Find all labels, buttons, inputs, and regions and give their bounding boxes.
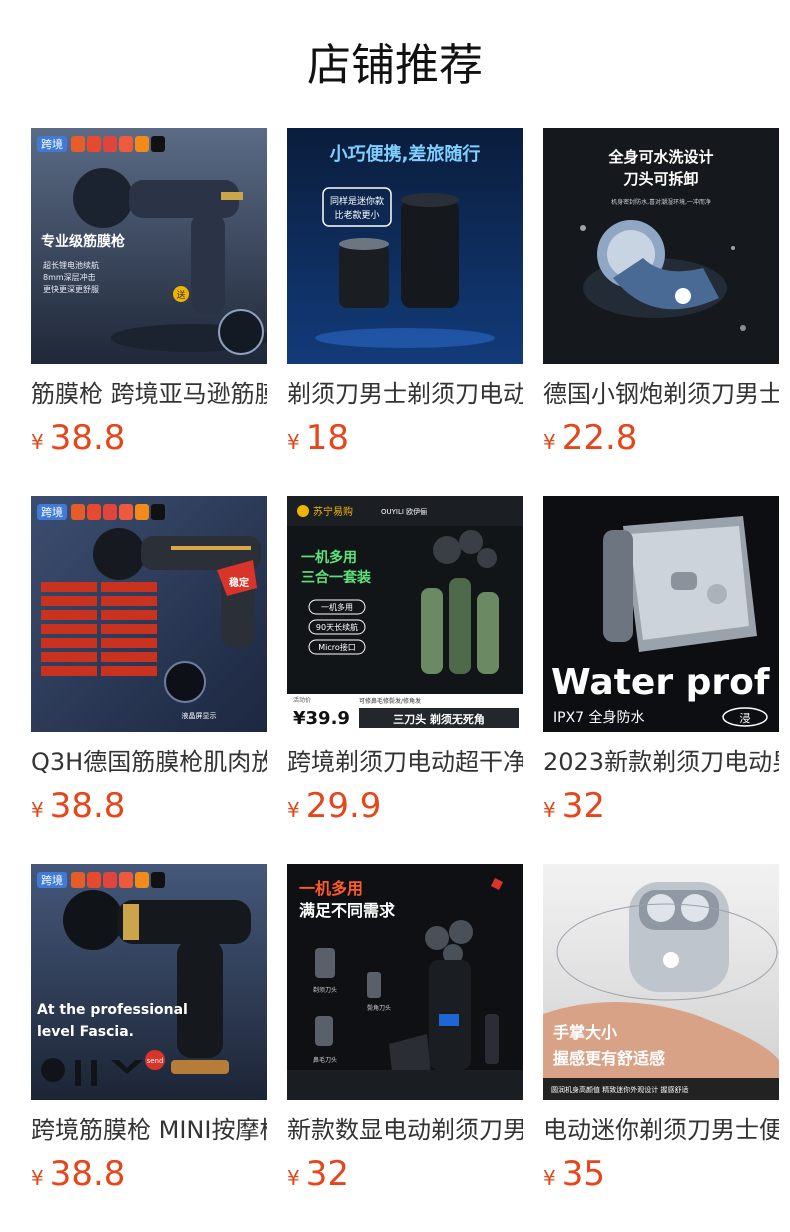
- product-name[interactable]: 跨境筋膜枪 MINI按摩枪: [31, 1112, 267, 1148]
- price-amount: 32: [305, 1154, 349, 1194]
- product-image[interactable]: 跨境 At the professional level Fascia. sen…: [31, 864, 267, 1100]
- price-amount: 18: [305, 418, 349, 458]
- product-image[interactable]: 跨境 专业级筋膜枪 超长锂电池续航 8mm深层冲击 更快更深更舒服 送: [31, 128, 267, 364]
- image-headline: 专业级筋膜枪: [41, 233, 125, 250]
- product-name[interactable]: 德国小钢炮剃须刀男士: [543, 376, 779, 412]
- accessory-label: 剃须刀头: [313, 986, 337, 994]
- image-subheadline: 满足不同需求: [299, 901, 396, 920]
- promo-label: 活动价: [293, 696, 311, 704]
- product-name[interactable]: 筋膜枪 跨境亚马逊筋膜枪: [31, 376, 267, 412]
- image-headline: 小巧便携,差旅随行: [330, 143, 481, 165]
- price-amount: 29.9: [305, 786, 382, 826]
- product-name[interactable]: 2023新款剃须刀电动男士: [543, 744, 779, 780]
- page-title: 店铺推荐: [307, 40, 483, 91]
- gift-badge: send: [147, 1057, 164, 1065]
- product-image[interactable]: Water prof IPX7 全身防水 浸: [543, 496, 779, 732]
- currency-symbol: ¥: [287, 798, 300, 822]
- price-amount: 38.8: [49, 786, 126, 826]
- image-badge: 稳定: [229, 576, 249, 589]
- waterproof-shaver-icon: Water prof IPX7 全身防水 浸: [543, 496, 779, 732]
- image-note: 机身密封防水,喜对潮湿环境,一冲而净: [611, 198, 711, 206]
- massage-gun-icon: 跨境 At the professional level Fascia. sen…: [31, 864, 267, 1100]
- mini-shaver-icon: 小巧便携,差旅随行 同样是迷你款 比老款更小: [287, 128, 523, 364]
- image-headline: 一机多用: [301, 549, 357, 566]
- product-price: ¥22.8: [543, 416, 637, 460]
- promo-banner: 三刀头 剃须无死角: [393, 712, 485, 726]
- product-image[interactable]: 小巧便携,差旅随行 同样是迷你款 比老款更小: [287, 128, 523, 364]
- currency-symbol: ¥: [543, 1166, 556, 1190]
- product-image[interactable]: 全身可水洗设计 刀头可拆卸 机身密封防水,喜对潮湿环境,一冲而净: [543, 128, 779, 364]
- currency-symbol: ¥: [31, 1166, 44, 1190]
- currency-symbol: ¥: [31, 430, 44, 454]
- accessory-label: 鼻毛刀头: [313, 1056, 337, 1064]
- product-name[interactable]: 新款数显电动剃须刀男士: [287, 1112, 523, 1148]
- image-note: 液晶屏显示: [182, 711, 217, 720]
- gift-badge: 送: [176, 289, 185, 301]
- product-price: ¥38.8: [31, 416, 125, 460]
- product-price: ¥29.9: [287, 784, 381, 828]
- product-name[interactable]: Q3H德国筋膜枪肌肉放松: [31, 744, 267, 780]
- image-feature: 更快更深更舒服: [43, 284, 99, 294]
- product-name[interactable]: 电动迷你剃须刀男士便携: [543, 1112, 779, 1148]
- massage-gun-icon: 跨境 稳定 液晶屏显示: [31, 496, 267, 732]
- product-price: ¥32: [543, 784, 605, 828]
- product-brand: OUYILI 欧伊俪: [381, 507, 427, 516]
- image-subheadline: 握感更有舒适感: [553, 1049, 665, 1068]
- price-amount: 22.8: [561, 418, 638, 458]
- currency-symbol: ¥: [543, 430, 556, 454]
- badge-text: 跨境: [41, 137, 63, 151]
- image-headline: Water prof: [551, 662, 770, 703]
- product-name[interactable]: 剃须刀男士剃须刀电动: [287, 376, 523, 412]
- product-price: ¥38.8: [31, 784, 125, 828]
- price-amount: 32: [561, 786, 605, 826]
- product-price: ¥38.8: [31, 1152, 125, 1196]
- price-amount: 38.8: [49, 1154, 126, 1194]
- price-amount: 38.8: [49, 418, 126, 458]
- image-subheadline: level Fascia.: [37, 1024, 134, 1040]
- feature-pill: Micro接口: [318, 642, 356, 652]
- image-feature: 超长锂电池续航: [43, 260, 99, 270]
- feature-pill: 一机多用: [321, 602, 353, 612]
- badge-text: 跨境: [41, 505, 63, 519]
- badge-text: 跨境: [41, 873, 63, 887]
- currency-symbol: ¥: [287, 1166, 300, 1190]
- image-headline: 手掌大小: [553, 1023, 617, 1042]
- currency-symbol: ¥: [287, 430, 300, 454]
- image-headline: At the professional: [37, 1002, 188, 1018]
- feature-pill: 90天长续航: [316, 622, 358, 632]
- product-image[interactable]: 跨境 稳定 液晶屏显示: [31, 496, 267, 732]
- product-price: ¥18: [287, 416, 349, 460]
- store-brand: 苏宁易购: [313, 505, 353, 518]
- image-badge: 浸: [740, 712, 751, 725]
- image-note: 可修鼻毛修鬓发/修角发: [359, 697, 421, 705]
- image-note: 同样是迷你款: [330, 195, 384, 207]
- accessory-label: 鬓角刀头: [367, 1004, 391, 1012]
- image-note: 圆润机身高颜值 精致迷你外观设计 握感舒适: [551, 1085, 688, 1094]
- image-headline: 全身可水洗设计: [607, 148, 713, 166]
- product-price: ¥35: [543, 1152, 605, 1196]
- massage-gun-icon: 跨境 专业级筋膜枪 超长锂电池续航 8mm深层冲击 更快更深更舒服 送: [31, 128, 267, 364]
- image-subheadline: IPX7 全身防水: [553, 709, 645, 726]
- product-image[interactable]: 一机多用 满足不同需求 剃须刀头 鬓角刀头 鼻毛刀头: [287, 864, 523, 1100]
- digital-shaver-icon: 一机多用 满足不同需求 剃须刀头 鬓角刀头 鼻毛刀头: [287, 864, 523, 1100]
- image-feature: 8mm深层冲击: [43, 272, 96, 282]
- washable-shaver-icon: 全身可水洗设计 刀头可拆卸 机身密封防水,喜对潮湿环境,一冲而净: [543, 128, 779, 364]
- image-subheadline: 三合一套装: [301, 569, 372, 586]
- palm-shaver-icon: 手掌大小 握感更有舒适感 圆润机身高颜值 精致迷你外观设计 握感舒适: [543, 864, 779, 1100]
- image-headline: 一机多用: [299, 879, 363, 898]
- three-head-shaver-icon: 苏宁易购 OUYILI 欧伊俪 一机多用 三合一套装 一机多用 90天长续航 M…: [287, 496, 523, 732]
- currency-symbol: ¥: [543, 798, 556, 822]
- product-image[interactable]: 手掌大小 握感更有舒适感 圆润机身高颜值 精致迷你外观设计 握感舒适: [543, 864, 779, 1100]
- product-image[interactable]: 苏宁易购 OUYILI 欧伊俪 一机多用 三合一套装 一机多用 90天长续航 M…: [287, 496, 523, 732]
- promo-price: ¥39.9: [293, 708, 350, 729]
- product-price: ¥32: [287, 1152, 349, 1196]
- price-amount: 35: [561, 1154, 605, 1194]
- currency-symbol: ¥: [31, 798, 44, 822]
- product-name[interactable]: 跨境剃须刀电动超干净: [287, 744, 523, 780]
- image-subheadline: 刀头可拆卸: [623, 170, 698, 188]
- image-note: 比老款更小: [334, 209, 379, 221]
